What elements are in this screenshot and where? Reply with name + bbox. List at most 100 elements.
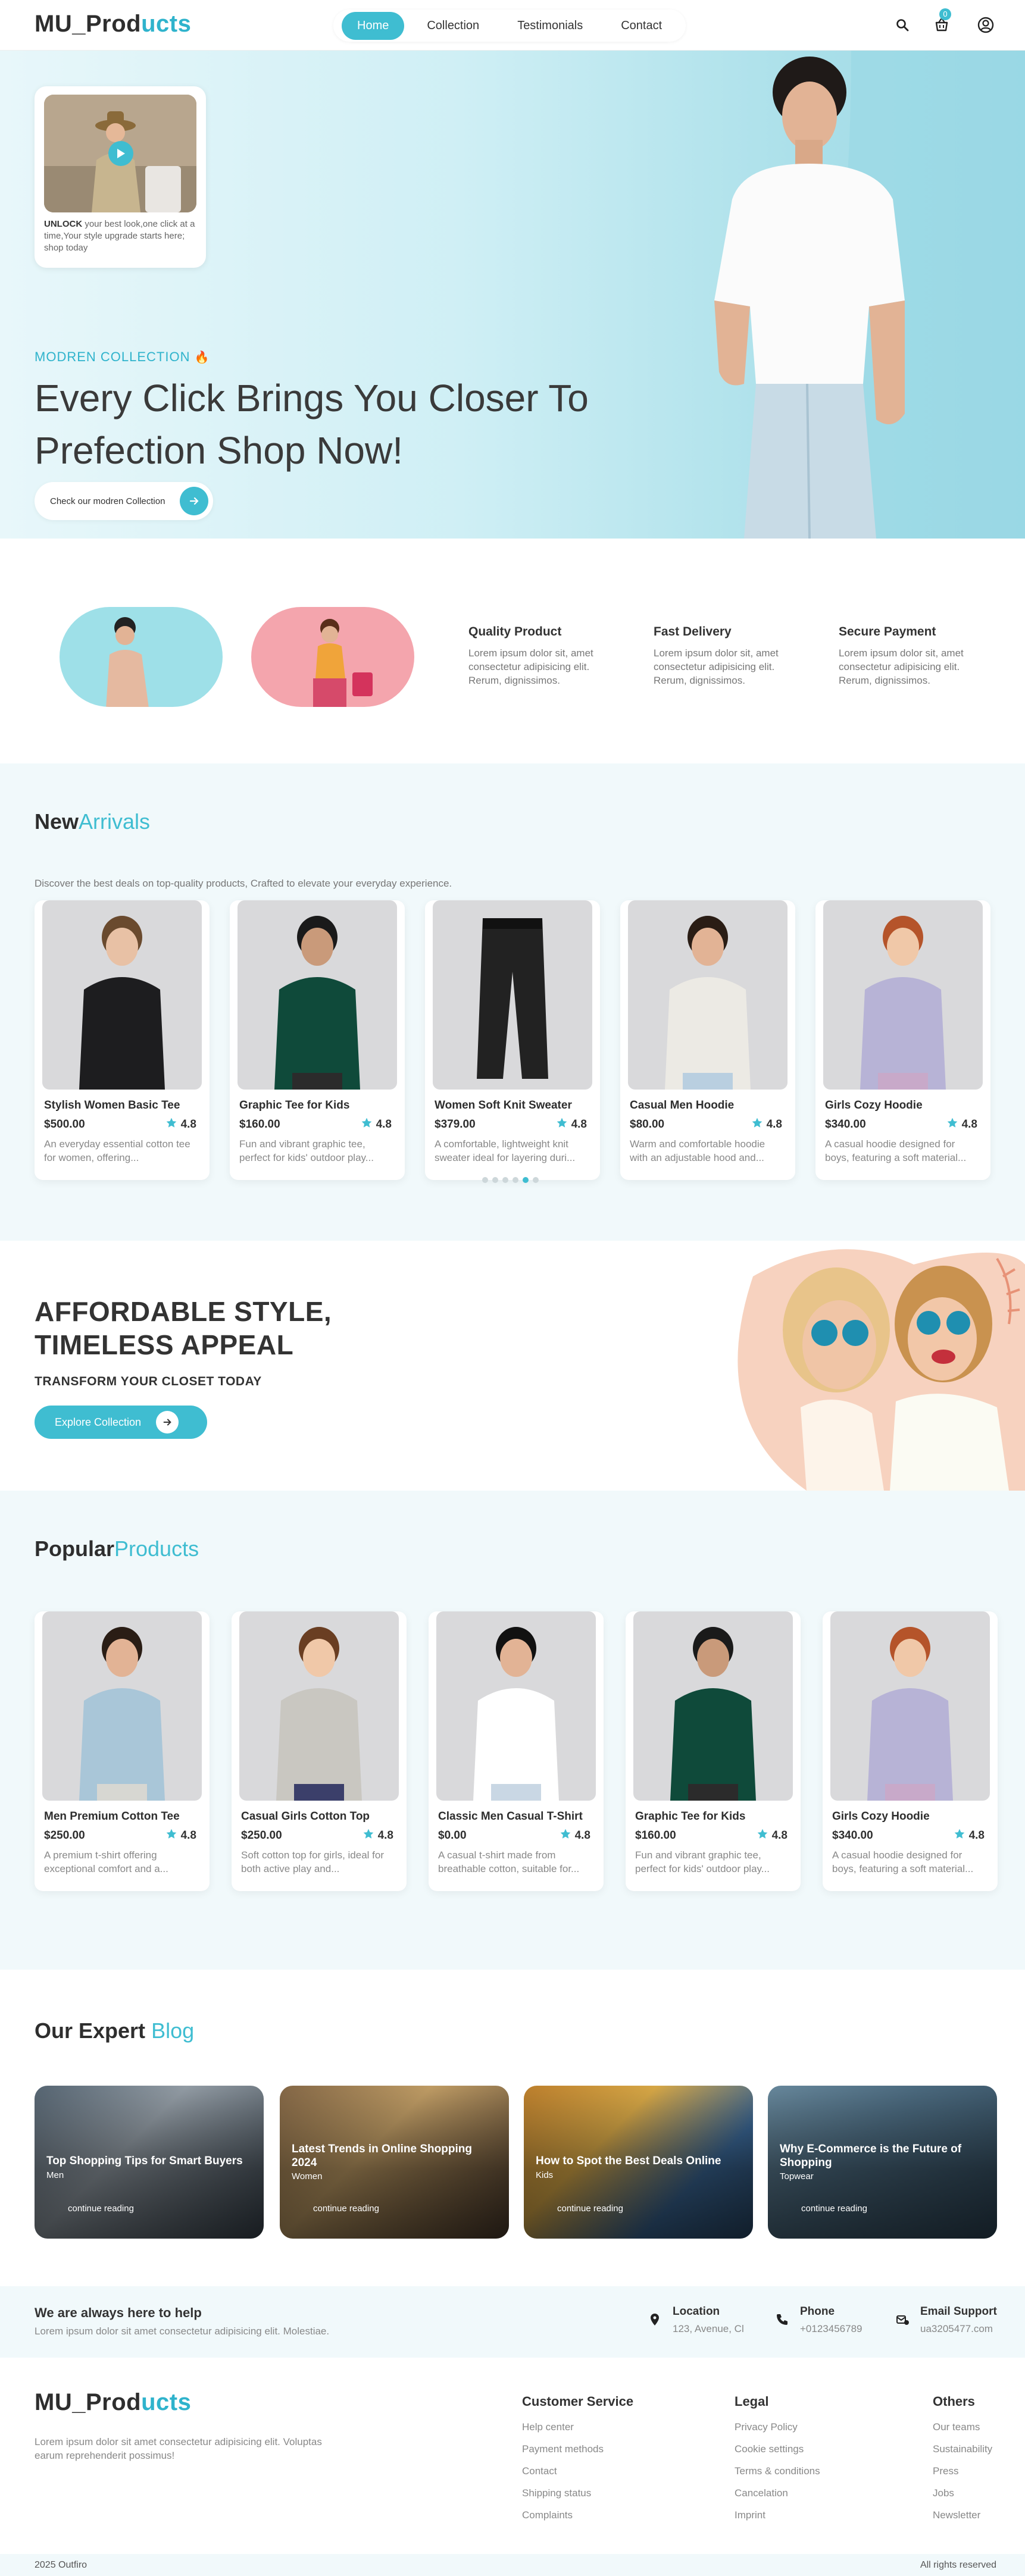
help-strip: We are always here to help Lorem ipsum d… (0, 2286, 1025, 2358)
product-name[interactable]: Men Premium Cotton Tee (44, 1810, 180, 1823)
product-description: Fun and vibrant graphic tee, perfect for… (635, 1849, 770, 1874)
product-card[interactable]: Casual Men Hoodie $80.00 4.8 Warm and comfo… (620, 900, 795, 1180)
product-image[interactable] (633, 1611, 793, 1801)
footer-link[interactable]: Payment methods (522, 2443, 633, 2455)
hero-tagline: MODREN COLLECTION 🔥 (35, 349, 210, 364)
product-card[interactable]: Classic Men Casual T-Shirt $0.00 4.8 A casu… (429, 1611, 604, 1891)
product-rating: 4.8 (757, 1828, 788, 1843)
continue-reading-link[interactable]: continue reading (801, 2203, 867, 2214)
product-name[interactable]: Girls Cozy Hoodie (832, 1810, 930, 1823)
phone-icon (775, 2312, 789, 2327)
promo-video-card[interactable]: UNLOCK your best look,one click at a tim… (35, 86, 206, 268)
brand-logo[interactable]: MU_Products (35, 11, 191, 37)
product-card[interactable]: Men Premium Cotton Tee $250.00 4.8 A premiu… (35, 1611, 210, 1891)
product-card[interactable]: Stylish Women Basic Tee $500.00 4.8 An ever… (35, 900, 210, 1180)
play-icon[interactable] (108, 141, 133, 166)
footer-link[interactable]: Cookie settings (735, 2443, 820, 2455)
carousel-dot[interactable] (502, 1177, 508, 1183)
footer-link[interactable]: Privacy Policy (735, 2421, 820, 2433)
product-name[interactable]: Casual Men Hoodie (630, 1099, 734, 1112)
rating-value: 4.8 (377, 1829, 393, 1842)
continue-reading-link[interactable]: continue reading (557, 2203, 623, 2214)
footer-link[interactable]: Contact (522, 2465, 633, 2477)
product-name[interactable]: Graphic Tee for Kids (635, 1810, 745, 1823)
promo-image (717, 1241, 1025, 1491)
footer-link[interactable]: Shipping status (522, 2487, 633, 2499)
footer-link[interactable]: Help center (522, 2421, 633, 2433)
product-image[interactable] (42, 900, 202, 1090)
product-card[interactable]: Girls Cozy Hoodie $340.00 4.8 A casual hood… (815, 900, 990, 1180)
product-name[interactable]: Girls Cozy Hoodie (825, 1099, 923, 1112)
product-name[interactable]: Casual Girls Cotton Top (241, 1810, 370, 1823)
explore-collection-button[interactable]: Explore Collection (35, 1406, 207, 1439)
main-nav: Home Collection Testimonials Contact (333, 10, 686, 42)
blog-card[interactable]: Top Shopping Tips for Smart Buyers Men con… (35, 2086, 264, 2239)
product-image[interactable] (239, 1611, 399, 1801)
nav-link-contact[interactable]: Contact (605, 12, 677, 40)
product-price: $340.00 (825, 1118, 866, 1131)
nav-link-testimonials[interactable]: Testimonials (502, 12, 598, 40)
footer-link[interactable]: Our teams (933, 2421, 992, 2433)
product-image[interactable] (823, 900, 983, 1090)
product-image[interactable] (436, 1611, 596, 1801)
product-image[interactable] (433, 900, 592, 1090)
blog-title[interactable]: Why E-Commerce is the Future of Shopping (780, 2142, 988, 2170)
product-image[interactable] (238, 900, 397, 1090)
product-card[interactable]: Graphic Tee for Kids $160.00 4.8 Fun and vi… (626, 1611, 801, 1891)
continue-reading-link[interactable]: continue reading (68, 2203, 134, 2214)
footer-link[interactable]: Press (933, 2465, 992, 2477)
nav-link-collection[interactable]: Collection (411, 12, 495, 40)
blog-title[interactable]: How to Spot the Best Deals Online (536, 2154, 744, 2168)
product-name[interactable]: Women Soft Knit Sweater (435, 1099, 572, 1112)
cart-icon[interactable]: 0 (930, 8, 954, 37)
footer-column: Legal Privacy Policy Cookie settings Terms … (735, 2394, 820, 2531)
product-card[interactable]: Casual Girls Cotton Top $250.00 4.8 Soft co… (232, 1611, 407, 1891)
product-price: $0.00 (438, 1829, 467, 1842)
footer-link[interactable]: Jobs (933, 2487, 992, 2499)
footer-logo[interactable]: MU_Products (35, 2389, 191, 2416)
product-image[interactable] (628, 900, 788, 1090)
product-card[interactable]: Girls Cozy Hoodie $340.00 4.8 A casual hood… (823, 1611, 998, 1891)
hero-collection-button[interactable]: Check our modren Collection (35, 482, 213, 520)
footer-link[interactable]: Imprint (735, 2509, 820, 2521)
footer-link[interactable]: Newsletter (933, 2509, 992, 2521)
product-name[interactable]: Classic Men Casual T-Shirt (438, 1810, 583, 1823)
product-description: An everyday essential cotton tee for wom… (44, 1138, 190, 1163)
footer-link[interactable]: Sustainability (933, 2443, 992, 2455)
product-image[interactable] (830, 1611, 990, 1801)
arrow-right-icon (156, 1411, 179, 1433)
product-card[interactable]: Women Soft Knit Sweater $379.00 4.8 A comfo… (425, 900, 600, 1180)
product-name[interactable]: Stylish Women Basic Tee (44, 1099, 180, 1112)
carousel-dot[interactable] (533, 1177, 539, 1183)
footer-link[interactable]: Complaints (522, 2509, 633, 2521)
footer-link[interactable]: Terms & conditions (735, 2465, 820, 2477)
feature-image-men (60, 607, 223, 707)
product-price: $500.00 (44, 1118, 85, 1131)
blog-title[interactable]: Top Shopping Tips for Smart Buyers (46, 2154, 255, 2168)
product-rating: 4.8 (362, 1828, 393, 1843)
carousel-dot[interactable] (482, 1177, 488, 1183)
product-image[interactable] (42, 1611, 202, 1801)
product-card[interactable]: Graphic Tee for Kids $160.00 4.8 Fun and vi… (230, 900, 405, 1180)
copyright: 2025 Outfiro (35, 2560, 88, 2570)
blog-card[interactable]: How to Spot the Best Deals Online Kids con… (524, 2086, 753, 2239)
continue-reading-link[interactable]: continue reading (313, 2203, 379, 2214)
footer-link[interactable]: Cancelation (735, 2487, 820, 2499)
carousel-dot[interactable] (512, 1177, 518, 1183)
blog-title[interactable]: Latest Trends in Online Shopping 2024 (292, 2142, 500, 2170)
product-name[interactable]: Graphic Tee for Kids (239, 1099, 349, 1112)
search-icon[interactable] (890, 13, 914, 37)
blog-card[interactable]: Latest Trends in Online Shopping 2024 Wom… (280, 2086, 509, 2239)
hero-section: UNLOCK your best look,one click at a tim… (0, 51, 1025, 539)
carousel-dot[interactable] (523, 1177, 529, 1183)
video-thumbnail[interactable] (44, 95, 196, 212)
star-icon (556, 1117, 568, 1132)
product-description: A premium t-shirt offering exceptional c… (44, 1849, 168, 1874)
user-icon[interactable] (974, 13, 998, 37)
rating-value: 4.8 (968, 1829, 985, 1842)
rating-value: 4.8 (766, 1118, 782, 1131)
feature-quality: Quality Product Lorem ipsum dolor sit, am… (468, 625, 593, 686)
nav-link-home[interactable]: Home (342, 11, 405, 40)
blog-card[interactable]: Why E-Commerce is the Future of Shopping… (768, 2086, 997, 2239)
carousel-dot[interactable] (492, 1177, 498, 1183)
